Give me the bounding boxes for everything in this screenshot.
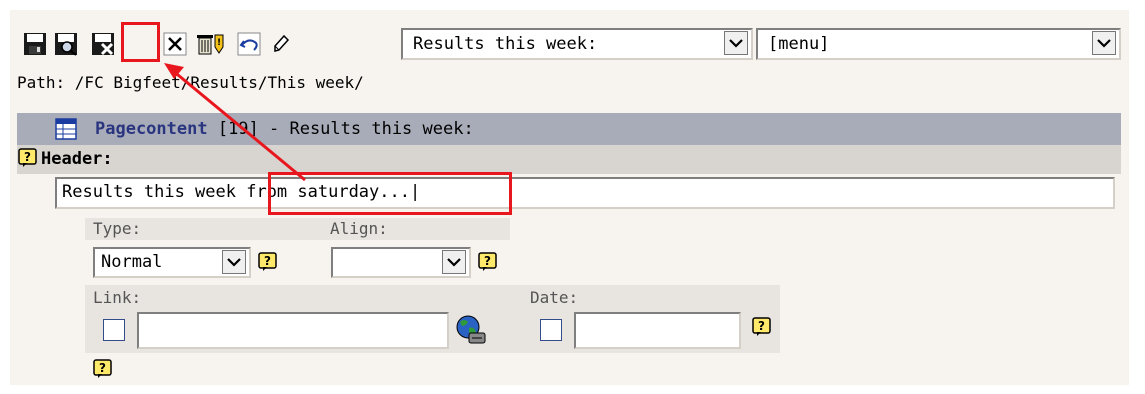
link-browse-globe-icon[interactable] (454, 314, 488, 351)
date-input[interactable] (574, 312, 741, 349)
section-suffix: [19] - Results this week: (207, 119, 474, 139)
section-header: Pagecontent [19] - Results this week: (17, 113, 1121, 145)
type-align-label-band (85, 218, 510, 240)
help-icon[interactable]: ? (752, 317, 772, 337)
date-checkbox[interactable] (540, 319, 562, 341)
date-label: Date: (530, 288, 579, 307)
help-icon[interactable]: ? (478, 252, 498, 272)
svg-text:!: ! (217, 38, 221, 48)
svg-text:?: ? (99, 361, 106, 375)
link-input[interactable] (137, 312, 449, 349)
typed-text-highlight (268, 172, 512, 215)
save-view-icon[interactable] (51, 29, 81, 59)
delete-icon[interactable]: ! (195, 29, 225, 59)
save-icon[interactable] (20, 29, 50, 59)
chevron-down-icon[interactable] (442, 250, 466, 274)
align-select[interactable] (331, 247, 471, 278)
link-label: Link: (93, 288, 142, 307)
header-label: Header: (41, 149, 113, 169)
chevron-down-icon[interactable] (222, 250, 246, 274)
save-close-highlight (121, 22, 160, 62)
svg-text:?: ? (484, 254, 491, 268)
type-select[interactable]: Normal (93, 247, 251, 278)
save-close-icon[interactable] (88, 29, 118, 59)
section-title: Pagecontent [19] - Results this week: (95, 113, 474, 145)
close-icon[interactable] (160, 29, 190, 59)
pagecontent-label: Pagecontent (95, 119, 208, 139)
svg-text:?: ? (758, 319, 765, 333)
menu-select-value: [menu] (768, 34, 830, 54)
svg-text:?: ? (264, 254, 271, 268)
chevron-down-icon[interactable] (724, 31, 748, 55)
breadcrumb: Path: /FC Bigfeet/Results/This week/ (17, 73, 364, 92)
undo-icon[interactable] (234, 29, 264, 59)
type-label: Type: (93, 219, 142, 238)
help-icon[interactable]: ? (93, 359, 113, 379)
link-checkbox[interactable] (103, 319, 125, 341)
menu-select[interactable]: [menu] (756, 28, 1121, 60)
help-icon[interactable]: ? (258, 252, 278, 272)
help-icon[interactable]: ? (18, 148, 38, 168)
svg-text:?: ? (24, 150, 31, 164)
page-select-value: Results this week: (413, 34, 598, 54)
edit-pencil-icon[interactable] (266, 29, 296, 59)
type-select-value: Normal (101, 252, 163, 272)
header-row: Header: (17, 145, 1121, 174)
align-label: Align: (330, 219, 388, 238)
page-select[interactable]: Results this week: (401, 28, 753, 60)
header-input[interactable]: Results this week from saturday...| (55, 177, 1115, 209)
chevron-down-icon[interactable] (1092, 31, 1116, 55)
